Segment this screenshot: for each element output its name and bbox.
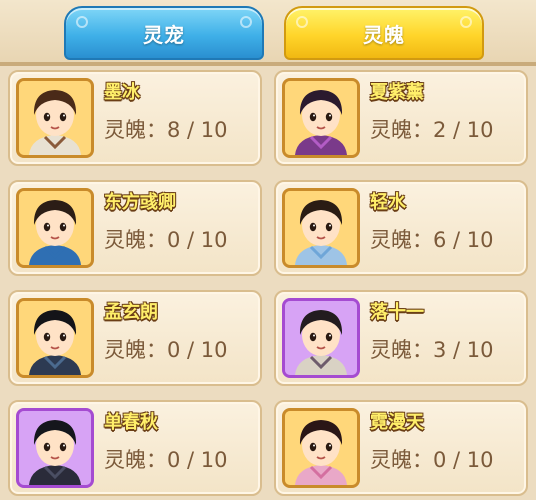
character-name: 霓漫天	[370, 412, 424, 433]
character-name: 单春秋	[104, 412, 158, 433]
soul-count: 灵魄：0 / 10	[104, 448, 228, 472]
soul-count: 灵魄：6 / 10	[370, 228, 494, 252]
soul-count: 灵魄：0 / 10	[370, 448, 494, 472]
character-name: 夏紫薰	[370, 82, 424, 103]
tab-souls[interactable]: 灵魄	[284, 6, 484, 60]
tab-decoration-icon	[296, 16, 308, 28]
character-portrait	[16, 408, 94, 488]
portrait-icon	[285, 81, 357, 155]
soul-count: 灵魄：0 / 10	[104, 338, 228, 362]
character-card[interactable]: 单春秋 灵魄：0 / 10	[8, 400, 262, 496]
character-portrait	[282, 408, 360, 488]
character-card[interactable]: 落十一 灵魄：3 / 10	[274, 290, 528, 386]
character-name: 东方彧卿	[104, 192, 176, 213]
portrait-icon	[19, 301, 91, 375]
portrait-icon	[285, 301, 357, 375]
tab-pets-label: 灵宠	[143, 22, 185, 47]
character-name: 轻水	[370, 192, 406, 213]
tab-decoration-icon	[240, 16, 252, 28]
tab-souls-label: 灵魄	[363, 22, 405, 47]
soul-count: 灵魄：3 / 10	[370, 338, 494, 362]
character-portrait	[16, 188, 94, 268]
portrait-icon	[285, 411, 357, 485]
portrait-icon	[19, 411, 91, 485]
tab-pets[interactable]: 灵宠	[64, 6, 264, 60]
character-card[interactable]: 夏紫薰 灵魄：2 / 10	[274, 70, 528, 166]
portrait-icon	[19, 191, 91, 265]
tab-decoration-icon	[76, 16, 88, 28]
character-portrait	[16, 298, 94, 378]
character-card[interactable]: 墨冰 灵魄：8 / 10	[8, 70, 262, 166]
character-portrait	[282, 298, 360, 378]
character-name: 孟玄朗	[104, 302, 158, 323]
character-card[interactable]: 东方彧卿 灵魄：0 / 10	[8, 180, 262, 276]
character-name: 落十一	[370, 302, 424, 323]
soul-count: 灵魄：0 / 10	[104, 228, 228, 252]
character-name: 墨冰	[104, 82, 140, 103]
tab-divider	[0, 62, 536, 66]
soul-count: 灵魄：2 / 10	[370, 118, 494, 142]
soul-count: 灵魄：8 / 10	[104, 118, 228, 142]
character-card[interactable]: 孟玄朗 灵魄：0 / 10	[8, 290, 262, 386]
character-portrait	[282, 188, 360, 268]
character-card[interactable]: 霓漫天 灵魄：0 / 10	[274, 400, 528, 496]
portrait-icon	[285, 191, 357, 265]
character-portrait	[282, 78, 360, 158]
character-card[interactable]: 轻水 灵魄：6 / 10	[274, 180, 528, 276]
portrait-icon	[19, 81, 91, 155]
tab-decoration-icon	[460, 16, 472, 28]
character-portrait	[16, 78, 94, 158]
